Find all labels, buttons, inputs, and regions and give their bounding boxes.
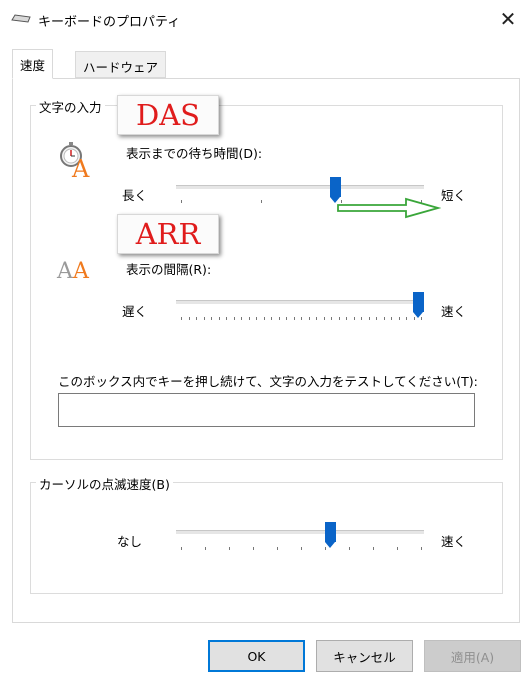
rate-max-label: 速く — [441, 304, 467, 319]
blink-slider-ticks — [181, 547, 422, 553]
slider-tick — [271, 317, 272, 320]
ok-button-label: OK — [247, 648, 266, 664]
cursor-group-label: カーソルの点滅速度(B) — [36, 474, 173, 493]
tab-label: ハードウェア — [83, 60, 159, 75]
slider-tick — [373, 547, 374, 550]
slider-tick — [277, 547, 278, 550]
tab-panel-speed: 文字の入力 A 表示までの待ち時間(D): 長く 短く A A 表示の間隔(R)… — [12, 78, 520, 623]
delay-min-label: 長く — [122, 188, 148, 203]
tab-hardware[interactable]: ハードウェア — [75, 51, 167, 78]
slider-tick — [325, 547, 326, 550]
slider-tick — [261, 200, 262, 203]
slider-tick — [301, 317, 302, 320]
apply-button-label: 適用(A) — [450, 649, 495, 665]
slider-tick — [308, 317, 310, 320]
slider-tick — [376, 317, 377, 320]
slider-tick — [338, 317, 340, 320]
keyboard-icon — [11, 14, 31, 23]
apply-button[interactable]: 適用(A) — [424, 640, 521, 672]
slider-tick — [413, 317, 415, 320]
slider-tick — [181, 200, 182, 203]
slider-tick — [398, 317, 400, 320]
slider-tick — [263, 317, 265, 320]
arr-label: ARR — [135, 217, 201, 251]
slider-tick — [241, 317, 242, 320]
rate-slider-thumb[interactable] — [413, 292, 424, 318]
delay-label: 表示までの待ち時間(D): — [126, 146, 263, 161]
tab-label: 速度 — [20, 58, 46, 73]
close-button[interactable]: ✕ — [493, 4, 523, 34]
delay-slider-track[interactable] — [176, 185, 424, 189]
slider-tick — [196, 317, 197, 320]
rate-min-label: 遅く — [122, 304, 148, 319]
slider-tick — [188, 317, 190, 320]
slider-tick — [301, 547, 302, 550]
test-label: このボックス内でキーを押し続けて、文字の入力をテストしてください(T): — [58, 374, 478, 389]
slider-tick — [323, 317, 325, 320]
slider-tick — [226, 317, 227, 320]
slider-tick — [286, 317, 287, 320]
slider-tick — [229, 547, 230, 550]
letter-a-icon: A — [72, 155, 90, 183]
ok-button[interactable]: OK — [208, 640, 305, 672]
cancel-button[interactable]: キャンセル — [316, 640, 413, 672]
tab-speed[interactable]: 速度 — [12, 49, 54, 79]
slider-tick — [278, 317, 280, 320]
repeat-group-label: 文字の入力 — [36, 97, 105, 116]
slider-tick — [218, 317, 220, 320]
slider-tick — [353, 317, 355, 320]
rate-slider-track[interactable] — [176, 300, 424, 304]
slider-tick — [346, 317, 347, 320]
slider-tick — [406, 317, 407, 320]
blink-slider-track[interactable] — [176, 530, 424, 534]
letter-a-gray-icon: A — [57, 259, 73, 284]
slider-tick — [233, 317, 235, 320]
slider-tick — [331, 317, 332, 320]
slider-tick — [181, 317, 182, 320]
slider-tick — [253, 547, 254, 550]
slider-tick — [349, 547, 350, 550]
slider-tick — [397, 547, 398, 550]
slider-tick — [361, 317, 362, 320]
blink-slider-thumb[interactable] — [325, 522, 337, 548]
slider-tick — [368, 317, 370, 320]
slider-tick — [205, 547, 206, 550]
delay-slider-thumb[interactable] — [330, 177, 342, 203]
rate-slider-ticks — [181, 317, 422, 323]
window-title: キーボードのプロパティ — [38, 15, 181, 30]
das-annotation: DAS — [117, 95, 219, 135]
cursor-blink-group: カーソルの点滅速度(B) — [30, 474, 503, 594]
slider-tick — [293, 317, 295, 320]
slider-tick — [421, 317, 422, 320]
rate-label: 表示の間隔(R): — [126, 262, 212, 277]
arr-annotation: ARR — [117, 214, 219, 254]
title-bar: キーボードのプロパティ ✕ — [0, 0, 531, 38]
slider-tick — [316, 317, 317, 320]
blink-min-label: なし — [117, 534, 143, 549]
slider-tick — [203, 317, 205, 320]
slider-tick — [248, 317, 250, 320]
slider-tick — [383, 317, 385, 320]
arrow-right-icon — [337, 197, 441, 219]
das-label: DAS — [135, 98, 201, 132]
letter-a-icon: A — [73, 259, 89, 284]
close-icon: ✕ — [499, 7, 517, 31]
slider-tick — [181, 547, 182, 550]
blink-max-label: 速く — [441, 534, 467, 549]
slider-tick — [421, 547, 422, 550]
cancel-button-label: キャンセル — [333, 649, 396, 665]
slider-tick — [256, 317, 257, 320]
slider-tick — [211, 317, 212, 320]
slider-tick — [391, 317, 392, 320]
delay-max-label: 短く — [441, 188, 467, 203]
test-input[interactable] — [58, 393, 475, 427]
